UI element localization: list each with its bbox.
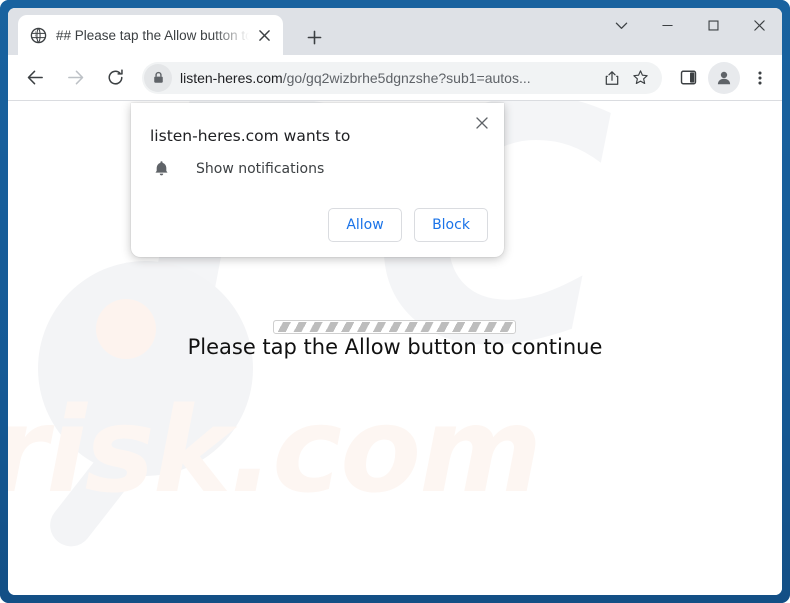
bookmark-button[interactable]: [626, 64, 654, 92]
toolbar-actions: [668, 61, 782, 94]
browser-tab[interactable]: ## Please tap the Allow button to: [18, 15, 283, 55]
side-panel-icon: [680, 70, 696, 85]
chevron-down-icon: [615, 22, 627, 29]
lock-icon: [153, 71, 163, 83]
browser-chrome: ## Please tap the Allow button to listen…: [8, 8, 782, 595]
close-icon: [476, 117, 488, 129]
minimize-button[interactable]: [644, 8, 690, 43]
browser-window-frame: ## Please tap the Allow button to listen…: [0, 0, 790, 603]
permission-row: Show notifications: [150, 158, 324, 180]
address-bar[interactable]: listen-heres.com/go/gq2wizbrhe5dgnzshe?s…: [142, 61, 662, 94]
permission-label: Show notifications: [196, 161, 325, 177]
close-icon: [258, 29, 270, 41]
window-controls: [598, 8, 782, 55]
star-icon: [632, 70, 648, 85]
reload-button[interactable]: [98, 61, 132, 95]
globe-icon: [30, 27, 47, 43]
watermark-risk: risk.com: [8, 381, 542, 519]
dialog-close-button[interactable]: [468, 109, 496, 137]
tab-title: ## Please tap the Allow button to: [56, 27, 251, 43]
dialog-title: listen-heres.com wants to: [150, 127, 351, 145]
allow-button[interactable]: Allow: [328, 208, 402, 242]
loading-progress-bar: [273, 320, 516, 334]
new-tab-button[interactable]: [300, 23, 328, 51]
share-icon: [605, 70, 619, 85]
back-button[interactable]: [18, 61, 52, 95]
profile-button[interactable]: [708, 61, 740, 94]
forward-button: [58, 61, 92, 95]
notification-permission-dialog: listen-heres.com wants to Show notificat…: [131, 103, 504, 257]
plus-icon: [307, 30, 321, 44]
reload-icon: [107, 69, 123, 85]
close-icon: [753, 20, 765, 31]
browser-toolbar: listen-heres.com/go/gq2wizbrhe5dgnzshe?s…: [8, 55, 782, 101]
side-panel-button[interactable]: [672, 62, 704, 94]
page-content: PC risk.com Please tap the Allow button …: [8, 101, 782, 595]
maximize-icon: [707, 20, 719, 31]
share-button[interactable]: [598, 64, 626, 92]
arrow-left-icon: [27, 70, 43, 85]
arrow-right-icon: [67, 70, 83, 85]
url-path: /go/gq2wizbrhe5dgnzshe?sub1=autos...: [282, 69, 531, 86]
tab-search-button[interactable]: [598, 8, 644, 43]
dialog-actions: Allow Block: [328, 208, 488, 242]
browser-menu-button[interactable]: [744, 62, 776, 94]
bell-icon: [150, 158, 172, 180]
avatar-icon: [717, 71, 731, 84]
site-info-button[interactable]: [144, 63, 172, 92]
tab-strip: ## Please tap the Allow button to: [8, 8, 782, 55]
window-close-button[interactable]: [736, 8, 782, 43]
url-host: listen-heres.com: [180, 69, 283, 86]
page-caption: Please tap the Allow button to continue: [187, 335, 603, 359]
minimize-icon: [661, 24, 673, 27]
tab-close-button[interactable]: [253, 24, 275, 46]
maximize-button[interactable]: [690, 8, 736, 43]
url-text: listen-heres.com/go/gq2wizbrhe5dgnzshe?s…: [180, 70, 598, 86]
three-dot-menu-icon: [758, 70, 762, 85]
block-button[interactable]: Block: [414, 208, 488, 242]
